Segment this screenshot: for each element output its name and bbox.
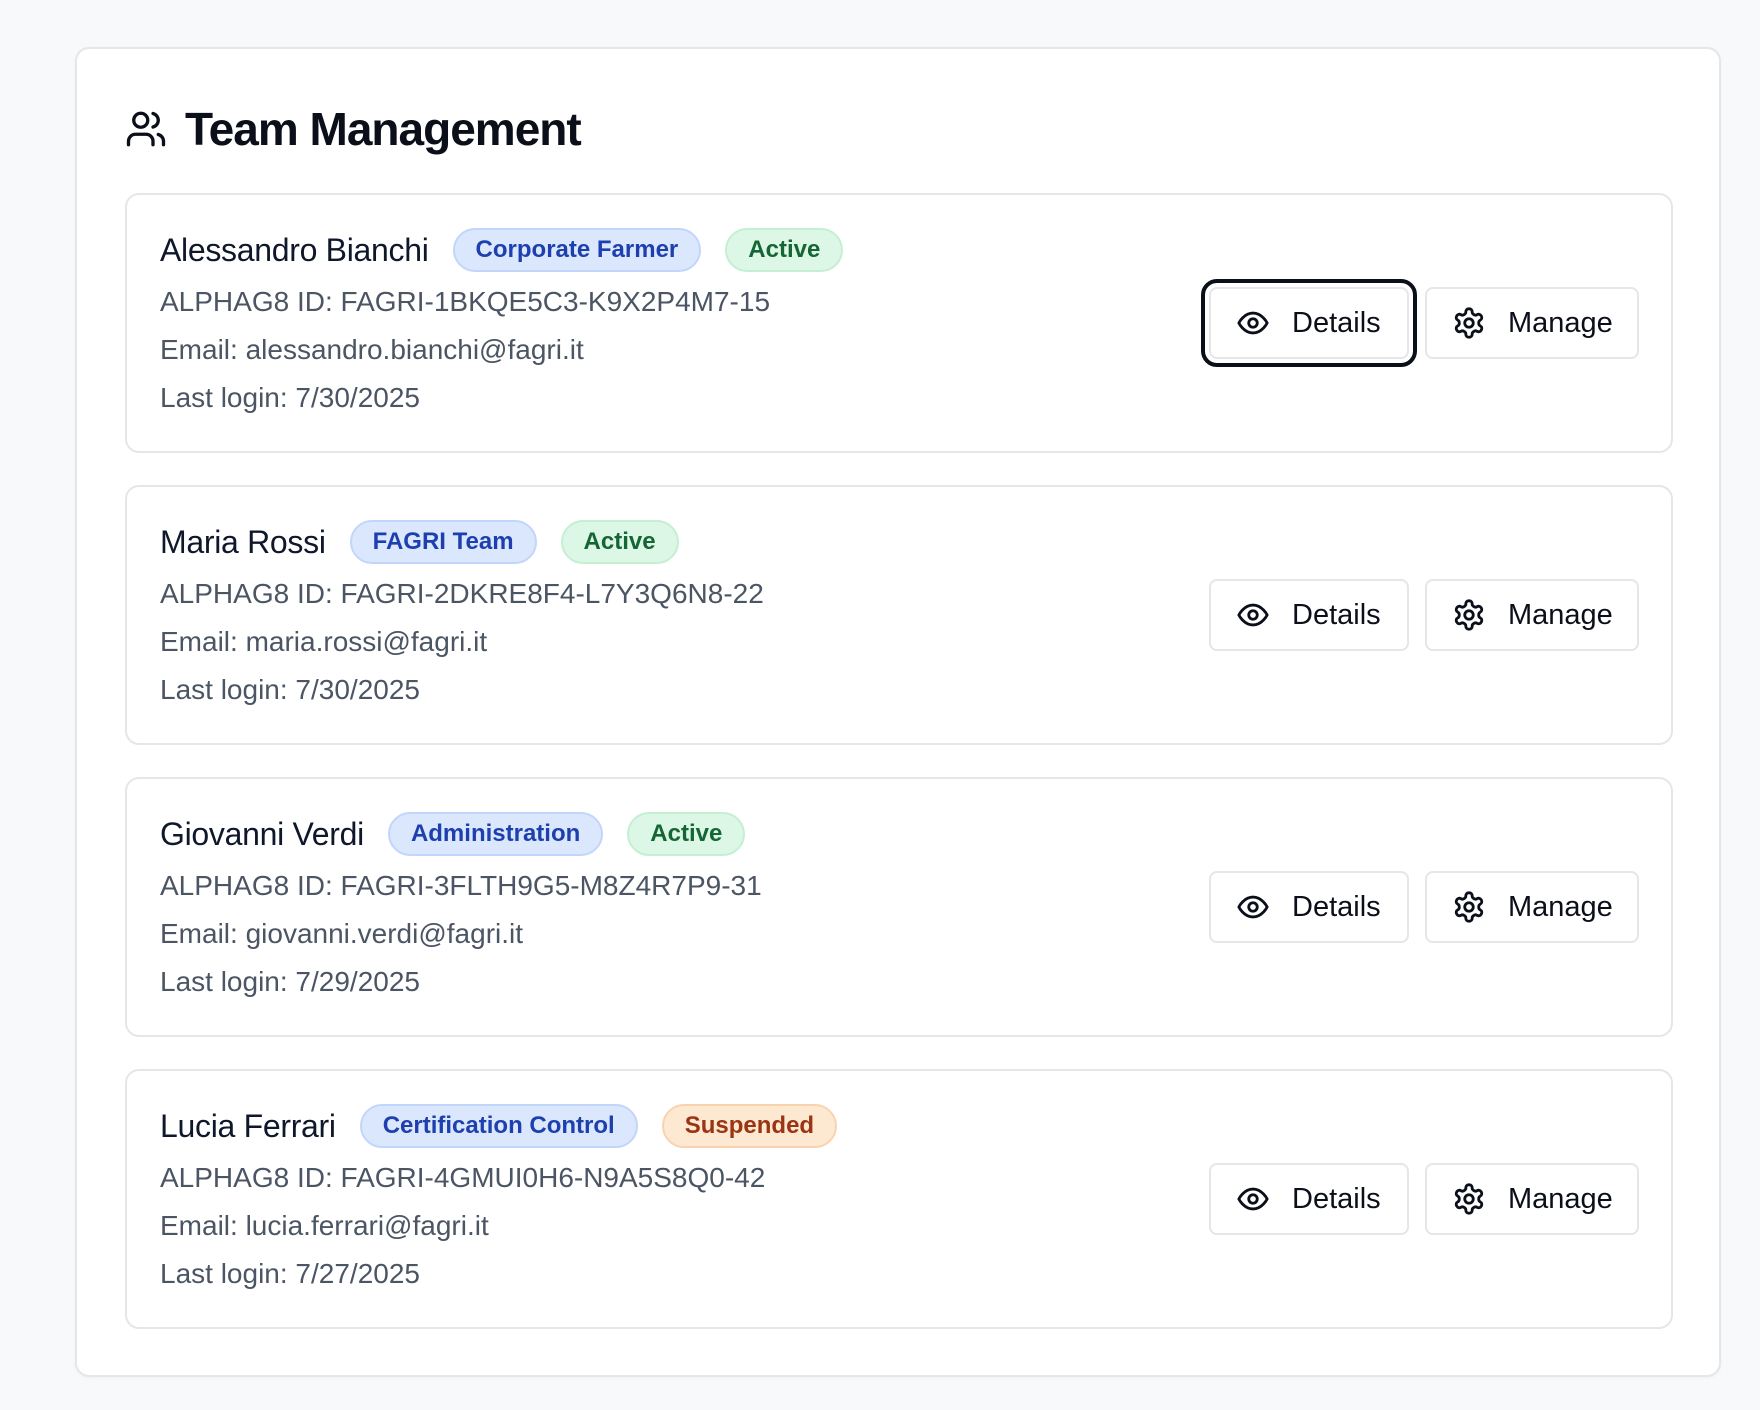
details-button-label: Details	[1292, 598, 1381, 631]
member-email: Email: alessandro.bianchi@fagri.it	[160, 334, 584, 365]
gear-icon	[1452, 1182, 1486, 1216]
member-info: Maria Rossi FAGRI Team Active ALPHAG8 ID…	[160, 520, 764, 714]
status-badge: Suspended	[661, 1104, 838, 1148]
member-name-row: Lucia Ferrari Certification Control Susp…	[160, 1104, 861, 1148]
users-icon	[125, 108, 167, 150]
details-button-label: Details	[1292, 306, 1381, 339]
member-email: Email: lucia.ferrari@fagri.it	[160, 1210, 489, 1241]
role-badge: FAGRI Team	[349, 520, 537, 564]
eye-icon	[1236, 306, 1270, 340]
member-id: ALPHAG8 ID: FAGRI-2DKRE8F4-L7Y3Q6N8-22	[160, 578, 764, 609]
details-button[interactable]: Details	[1209, 871, 1409, 943]
member-card-4: Lucia Ferrari Certification Control Susp…	[125, 1069, 1673, 1329]
member-last-login: Last login: 7/30/2025	[160, 382, 420, 413]
status-badge: Active	[560, 520, 679, 564]
member-name: Alessandro Bianchi	[160, 231, 429, 268]
member-name-row: Giovanni Verdi Administration Active	[160, 812, 769, 856]
member-card-2: Maria Rossi FAGRI Team Active ALPHAG8 ID…	[125, 485, 1673, 745]
gear-icon	[1452, 598, 1486, 632]
role-badge: Certification Control	[359, 1104, 638, 1148]
manage-button-label: Manage	[1508, 1182, 1613, 1215]
member-email: Email: maria.rossi@fagri.it	[160, 626, 488, 657]
panel-header: Team Management	[125, 97, 582, 161]
member-last-login: Last login: 7/29/2025	[160, 966, 420, 997]
role-badge: Corporate Farmer	[452, 228, 702, 272]
details-button[interactable]: Details	[1209, 579, 1409, 651]
manage-button-label: Manage	[1508, 598, 1613, 631]
member-actions: Details Manage	[1209, 1071, 1639, 1327]
member-name: Giovanni Verdi	[160, 815, 364, 852]
member-info: Giovanni Verdi Administration Active ALP…	[160, 812, 769, 1006]
role-badge: Administration	[387, 812, 604, 856]
manage-button[interactable]: Manage	[1425, 1163, 1639, 1235]
member-id: ALPHAG8 ID: FAGRI-1BKQE5C3-K9X2P4M7-15	[160, 286, 771, 317]
manage-button-label: Manage	[1508, 306, 1613, 339]
member-info: Lucia Ferrari Certification Control Susp…	[160, 1104, 861, 1298]
member-email: Email: giovanni.verdi@fagri.it	[160, 918, 524, 949]
details-button[interactable]: Details	[1209, 1163, 1409, 1235]
member-actions: Details Manage	[1209, 487, 1639, 743]
member-id: ALPHAG8 ID: FAGRI-4GMUI0H6-N9A5S8Q0-42	[160, 1162, 766, 1193]
eye-icon	[1236, 598, 1270, 632]
member-last-login: Last login: 7/27/2025	[160, 1258, 420, 1289]
member-actions: Details Manage	[1201, 195, 1639, 451]
manage-button[interactable]: Manage	[1425, 871, 1639, 943]
member-card-1: Alessandro Bianchi Corporate Farmer Acti…	[125, 193, 1673, 453]
member-name: Maria Rossi	[160, 523, 326, 560]
member-actions: Details Manage	[1209, 779, 1639, 1035]
manage-button[interactable]: Manage	[1425, 287, 1639, 359]
status-badge: Active	[725, 228, 844, 272]
gear-icon	[1452, 306, 1486, 340]
manage-button-label: Manage	[1508, 890, 1613, 923]
member-name-row: Alessandro Bianchi Corporate Farmer Acti…	[160, 228, 867, 272]
member-info: Alessandro Bianchi Corporate Farmer Acti…	[160, 228, 867, 422]
status-badge: Active	[627, 812, 746, 856]
gear-icon	[1452, 890, 1486, 924]
eye-icon	[1236, 1182, 1270, 1216]
member-name: Lucia Ferrari	[160, 1107, 336, 1144]
member-card-3: Giovanni Verdi Administration Active ALP…	[125, 777, 1673, 1037]
details-button-label: Details	[1292, 1182, 1381, 1215]
member-id: ALPHAG8 ID: FAGRI-3FLTH9G5-M8Z4R7P9-31	[160, 870, 762, 901]
page-title: Team Management	[185, 103, 582, 155]
team-management-panel: Team Management Alessandro Bianchi Corpo…	[75, 47, 1721, 1377]
member-name-row: Maria Rossi FAGRI Team Active	[160, 520, 764, 564]
manage-button[interactable]: Manage	[1425, 579, 1639, 651]
member-last-login: Last login: 7/30/2025	[160, 674, 420, 705]
details-button-label: Details	[1292, 890, 1381, 923]
eye-icon	[1236, 890, 1270, 924]
details-button[interactable]: Details	[1201, 279, 1417, 367]
